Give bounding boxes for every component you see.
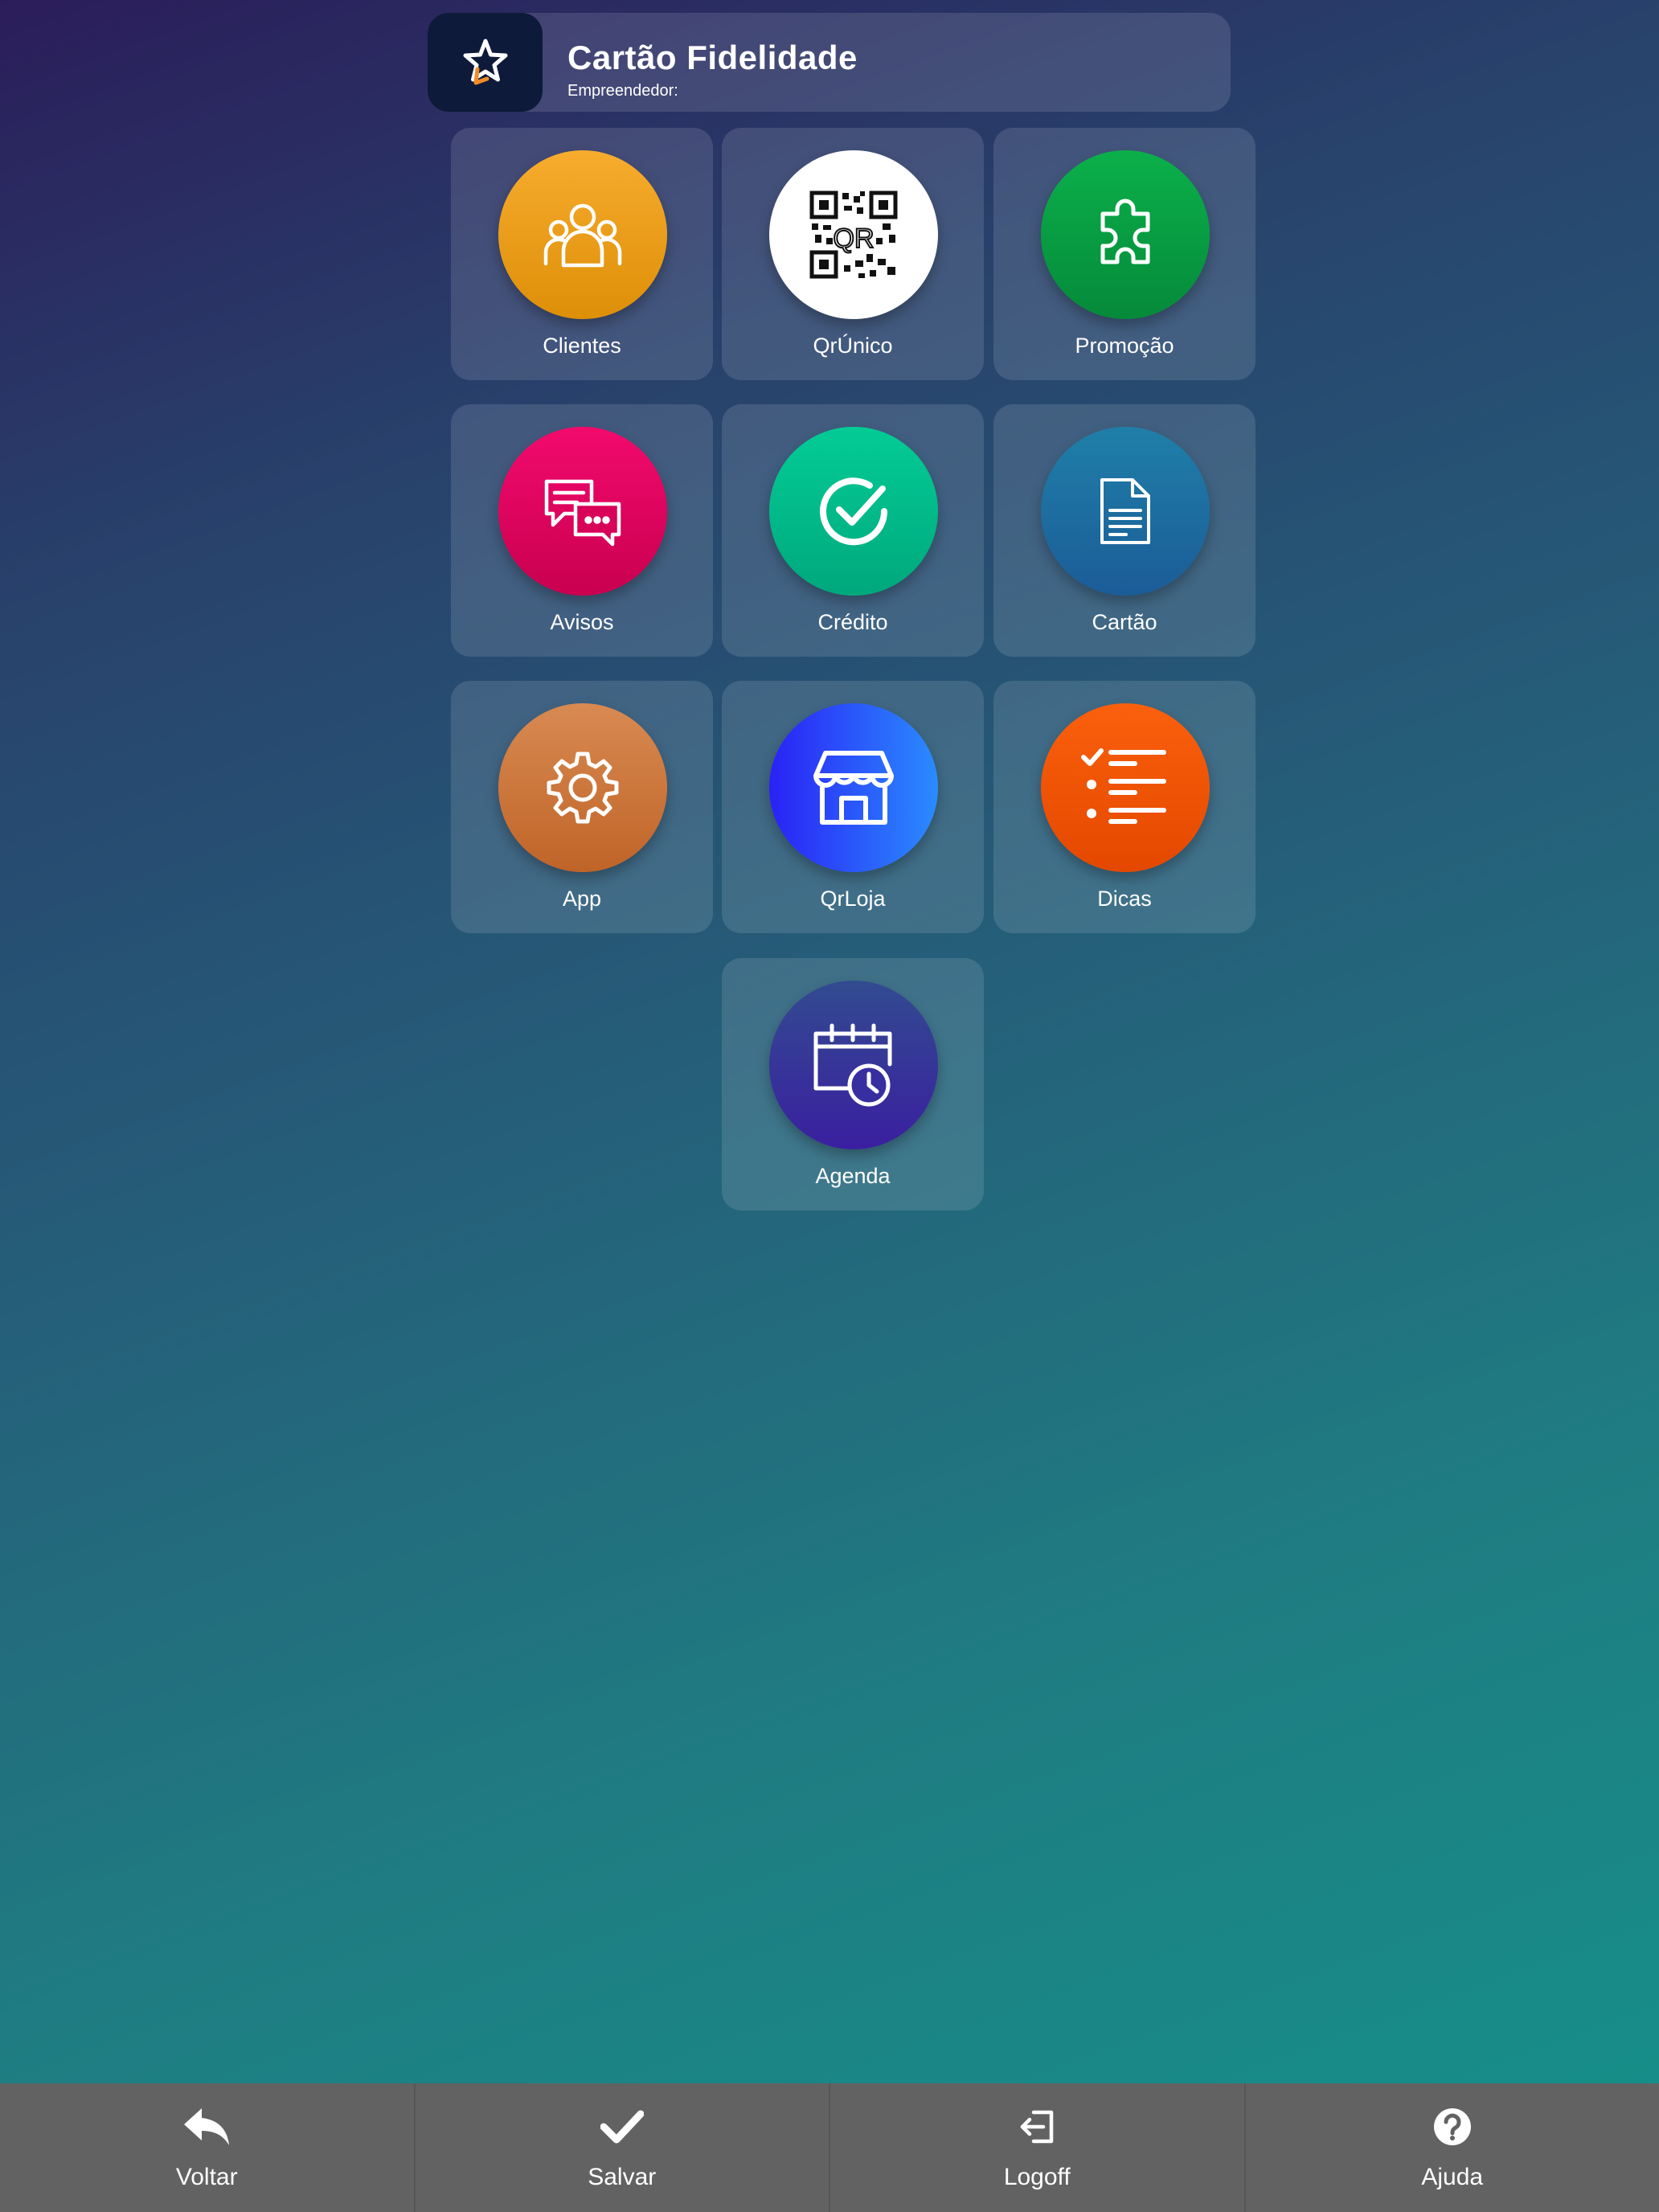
tile-promocao[interactable]: Promoção [993,128,1256,380]
tile-label: Promoção [1075,334,1174,358]
salvar-label: Salvar [588,2164,657,2190]
tile-qrloja[interactable]: QrLoja [722,681,984,933]
tile-dicas[interactable]: Dicas [993,681,1256,933]
qr-code-icon: QR [769,150,938,319]
logoff-icon [1013,2103,1061,2151]
tile-label: Clientes [543,334,621,358]
tile-label: QrLoja [820,887,886,911]
tile-avisos[interactable]: Avisos [451,404,713,657]
puzzle-icon [1041,150,1210,319]
voltar-label: Voltar [175,2164,238,2190]
check-circle-icon [769,427,938,596]
page-title: Cartão Fidelidade [567,39,858,76]
tile-credito[interactable]: Crédito [722,404,984,657]
checklist-icon [1041,703,1210,872]
tile-label: QrÚnico [813,334,893,358]
ajuda-button[interactable]: Ajuda [1243,2083,1659,2212]
tile-qrunico[interactable]: QR QrÚnico [722,128,984,380]
logoff-button[interactable]: Logoff [829,2083,1244,2212]
tile-label: Cartão [1092,610,1157,634]
gear-icon [498,703,667,872]
tile-label: App [562,887,602,911]
app-logo [428,13,543,112]
tile-label: Crédito [817,610,888,634]
chat-bubbles-icon [498,427,667,596]
svg-text:QR: QR [834,223,875,254]
store-icon [769,703,938,872]
voltar-button[interactable]: Voltar [0,2083,414,2212]
tile-agenda[interactable]: Agenda [722,958,984,1210]
reply-arrow-icon [182,2103,231,2151]
calendar-clock-icon [769,981,938,1149]
salvar-button[interactable]: Salvar [413,2083,830,2212]
logoff-label: Logoff [1003,2164,1071,2190]
tile-label: Avisos [550,610,614,634]
ajuda-label: Ajuda [1421,2164,1484,2190]
tile-label: Agenda [815,1164,891,1188]
tile-cartao[interactable]: Cartão [993,404,1256,657]
tile-clientes[interactable]: Clientes [451,128,713,380]
users-icon [498,150,667,319]
tile-label: Dicas [1097,887,1152,911]
checkmark-icon [598,2103,646,2151]
document-icon [1041,427,1210,596]
bottom-toolbar: Voltar Salvar Logoff Ajuda [0,2083,1659,2212]
help-circle-icon [1428,2103,1477,2151]
app-header: Cartão Fidelidade Empreendedor: [428,13,1231,112]
star-logo-icon [463,39,507,84]
tile-app[interactable]: App [451,681,713,933]
page-subtitle: Empreendedor: [567,82,678,100]
